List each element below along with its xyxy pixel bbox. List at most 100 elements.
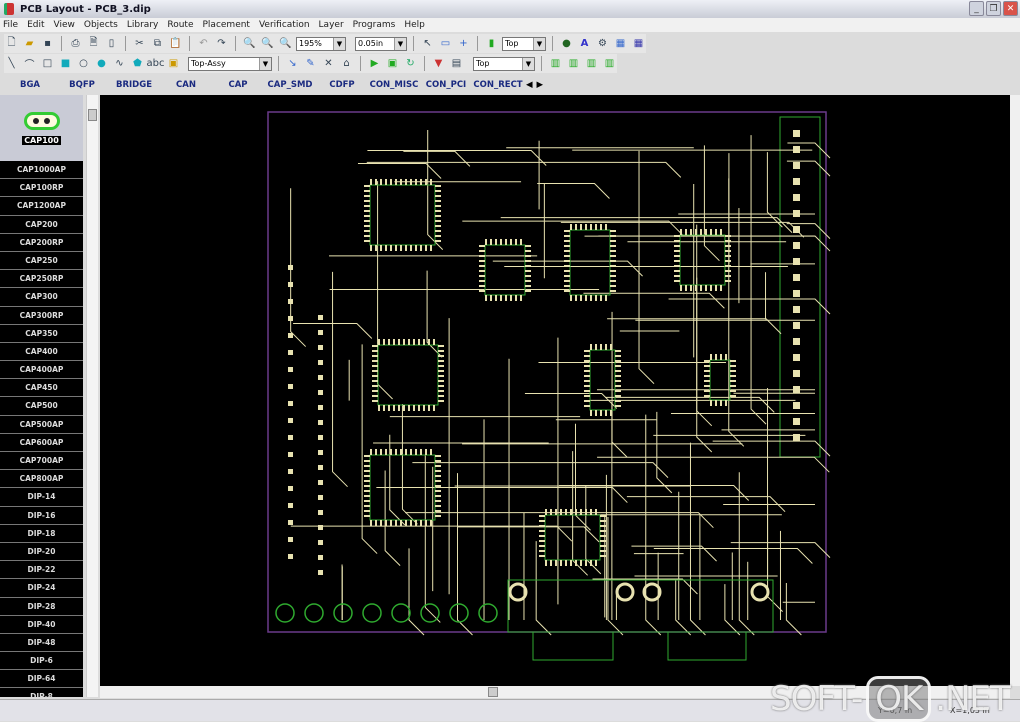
component-list-item[interactable]: DIP-14 bbox=[0, 488, 83, 507]
unroute-icon[interactable]: ✕ bbox=[321, 56, 336, 71]
tab-bridge[interactable]: BRIDGE bbox=[108, 80, 160, 90]
library-edit-icon[interactable]: ▥ bbox=[584, 56, 599, 71]
zoom-in-icon[interactable]: 🔍 bbox=[242, 36, 257, 51]
settings-icon[interactable]: ⚙ bbox=[595, 36, 610, 51]
pcb-board-drawing[interactable] bbox=[100, 95, 1010, 686]
pcb-canvas[interactable] bbox=[100, 95, 1010, 686]
arc-icon[interactable]: ⌒ bbox=[22, 56, 37, 71]
component-list-item[interactable]: DIP-28 bbox=[0, 598, 83, 616]
scrollbar-thumb[interactable] bbox=[88, 109, 97, 121]
cut-icon[interactable]: ✂ bbox=[132, 36, 147, 51]
component-list-item[interactable]: DIP-40 bbox=[0, 616, 83, 634]
component-list-item[interactable]: DIP-16 bbox=[0, 507, 83, 525]
route-layer-select[interactable]: Top ▼ bbox=[473, 56, 535, 71]
library-icon[interactable]: ▥ bbox=[548, 56, 563, 71]
component-list-item[interactable]: CAP700AP bbox=[0, 452, 83, 471]
component-list-item[interactable]: CAP400AP bbox=[0, 361, 83, 380]
redo-icon[interactable]: ↷ bbox=[214, 36, 229, 51]
new-file-icon[interactable]: 🗋 bbox=[4, 36, 19, 51]
filled-ellipse-icon[interactable]: ● bbox=[94, 56, 109, 71]
tab-scroll-right-icon[interactable]: ▶ bbox=[537, 80, 544, 90]
export-icon[interactable]: ▣ bbox=[385, 56, 400, 71]
menu-layer[interactable]: Layer bbox=[319, 20, 344, 30]
component-list-item[interactable]: CAP1200AP bbox=[0, 197, 83, 216]
rectangle-icon[interactable]: □ bbox=[40, 56, 55, 71]
ratsnest-icon[interactable]: ⌂ bbox=[339, 56, 354, 71]
library-add-icon[interactable]: ▥ bbox=[566, 56, 581, 71]
component-list-item[interactable]: CAP300RP bbox=[0, 307, 83, 325]
component-list-item[interactable]: CAP200 bbox=[0, 216, 83, 234]
component-list-item[interactable]: CAP500AP bbox=[0, 416, 83, 434]
route-icon[interactable]: ↘ bbox=[285, 56, 300, 71]
grid-select[interactable]: 0.05in ▼ bbox=[355, 36, 407, 51]
zoom-fit-icon[interactable]: 🔍 bbox=[278, 36, 293, 51]
drc-icon[interactable]: ▼ bbox=[431, 56, 446, 71]
component-list-item[interactable]: CAP350 bbox=[0, 325, 83, 343]
pointer-icon[interactable]: ↖ bbox=[420, 36, 435, 51]
autoroute-icon[interactable]: ✎ bbox=[303, 56, 318, 71]
tab-scroll-left-icon[interactable]: ◀ bbox=[526, 80, 533, 90]
component-list-item[interactable]: DIP-48 bbox=[0, 634, 83, 653]
menu-programs[interactable]: Programs bbox=[353, 20, 396, 30]
layer-select[interactable]: Top ▼ bbox=[502, 36, 546, 51]
menu-view[interactable]: View bbox=[54, 20, 75, 30]
tab-can[interactable]: CAN bbox=[160, 80, 212, 90]
zoom-select[interactable]: 195% ▼ bbox=[296, 36, 346, 51]
component-list-item[interactable]: DIP-6 bbox=[0, 652, 83, 671]
component-list-item[interactable]: DIP-24 bbox=[0, 579, 83, 598]
component-list-item[interactable]: DIP-64 bbox=[0, 670, 83, 689]
component-list-item[interactable]: CAP400 bbox=[0, 343, 83, 362]
open-folder-icon[interactable]: ▰ bbox=[22, 36, 37, 51]
component-list-item[interactable]: CAP500 bbox=[0, 397, 83, 416]
component-list-item[interactable]: CAP600AP bbox=[0, 434, 83, 452]
tab-cap-smd[interactable]: CAP_SMD bbox=[264, 80, 316, 90]
menu-verification[interactable]: Verification bbox=[259, 20, 310, 30]
polyline-icon[interactable]: ∿ bbox=[112, 56, 127, 71]
close-button[interactable]: ✕ bbox=[1003, 1, 1018, 16]
refresh-icon[interactable]: ↻ bbox=[403, 56, 418, 71]
restore-button[interactable]: ❐ bbox=[986, 1, 1001, 16]
tab-con-misc[interactable]: CON_MISC bbox=[368, 80, 420, 90]
minimize-button[interactable]: _ bbox=[969, 1, 984, 16]
scrollbar-thumb[interactable] bbox=[488, 687, 498, 697]
component-list-item[interactable]: CAP200RP bbox=[0, 234, 83, 252]
via-icon[interactable]: ● bbox=[559, 36, 574, 51]
canvas-vertical-scrollbar[interactable] bbox=[1010, 95, 1020, 686]
menu-edit[interactable]: Edit bbox=[27, 20, 44, 30]
copy-icon[interactable]: ⧉ bbox=[150, 36, 165, 51]
properties-icon[interactable]: ▦ bbox=[613, 36, 628, 51]
component-list-item[interactable]: CAP800AP bbox=[0, 470, 83, 489]
component-list-item[interactable]: CAP250RP bbox=[0, 270, 83, 289]
undo-icon[interactable]: ↶ bbox=[196, 36, 211, 51]
assy-layer-select[interactable]: Top-Assy ▼ bbox=[188, 56, 272, 71]
component-list-item[interactable]: DIP-20 bbox=[0, 543, 83, 562]
paste-icon[interactable]: 📋 bbox=[168, 36, 183, 51]
text-tool-icon[interactable]: abc bbox=[147, 56, 165, 71]
ellipse-icon[interactable]: ○ bbox=[76, 56, 91, 71]
component-list-item[interactable]: DIP-22 bbox=[0, 561, 83, 580]
component-list-item[interactable]: CAP300 bbox=[0, 288, 83, 307]
crosshair-icon[interactable]: + bbox=[456, 36, 471, 51]
print-icon[interactable]: ⎙ bbox=[68, 36, 83, 51]
tab-bga[interactable]: BGA bbox=[4, 80, 56, 90]
tab-cap[interactable]: CAP bbox=[212, 80, 264, 90]
menu-placement[interactable]: Placement bbox=[203, 20, 250, 30]
zoom-out-icon[interactable]: 🔍 bbox=[260, 36, 275, 51]
report-icon[interactable]: ▯ bbox=[104, 36, 119, 51]
component-list-item[interactable]: CAP450 bbox=[0, 379, 83, 398]
save-icon[interactable]: ▪ bbox=[40, 36, 55, 51]
selected-component-preview[interactable]: CAP100 bbox=[0, 95, 83, 161]
report-table-icon[interactable]: ▤ bbox=[449, 56, 464, 71]
component-icon[interactable]: ▭ bbox=[438, 36, 453, 51]
menu-help[interactable]: Help bbox=[404, 20, 425, 30]
print-preview-icon[interactable]: 🗎 bbox=[86, 36, 101, 51]
menu-file[interactable]: File bbox=[3, 20, 18, 30]
filled-rectangle-icon[interactable]: ■ bbox=[58, 56, 73, 71]
tab-bqfp[interactable]: BQFP bbox=[56, 80, 108, 90]
component-list-item[interactable]: CAP1000AP bbox=[0, 161, 83, 180]
component-list-scrollbar[interactable] bbox=[86, 95, 98, 697]
layer-icon[interactable]: ▮ bbox=[484, 36, 499, 51]
component-list-item[interactable]: DIP-8 bbox=[0, 688, 83, 697]
component-list-item[interactable]: CAP100RP bbox=[0, 179, 83, 198]
library-export-icon[interactable]: ▥ bbox=[602, 56, 617, 71]
